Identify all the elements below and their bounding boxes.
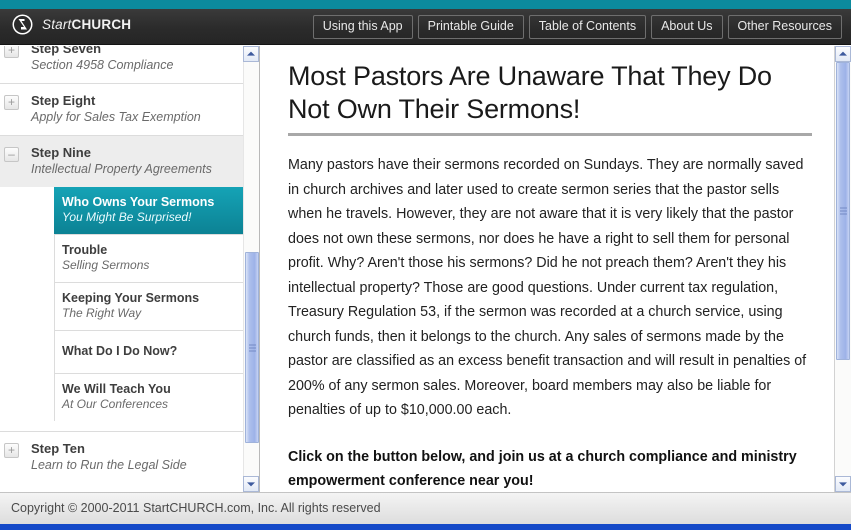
sidebar-step-ten-title: Step Ten: [31, 441, 85, 456]
sidebar-navigation: + Step Seven Section 4958 Compliance + S…: [0, 46, 243, 492]
substep-title: Trouble: [62, 243, 108, 257]
substep-title: We Will Teach You: [62, 382, 171, 396]
copyright-text: Copyright © 2000-2011 StartCHURCH.com, I…: [11, 501, 381, 515]
sidebar-substep-keeping-your-sermons[interactable]: Keeping Your Sermons The Right Way: [54, 282, 243, 330]
nav-button-other-resources[interactable]: Other Resources: [727, 15, 842, 39]
main-scroll-down-button[interactable]: [835, 476, 851, 492]
substep-subtitle: Selling Sermons: [62, 258, 150, 272]
app-footer: Copyright © 2000-2011 StartCHURCH.com, I…: [0, 492, 851, 524]
body-area: + Step Seven Section 4958 Compliance + S…: [0, 46, 851, 492]
sidebar-scroll-content: + Step Seven Section 4958 Compliance + S…: [0, 46, 243, 483]
startchurch-circle-logo-icon: [12, 14, 33, 35]
main-scrollbar-track[interactable]: [835, 62, 851, 476]
nav-button-table-of-contents[interactable]: Table of Contents: [528, 15, 647, 39]
nav-button-printable-guide[interactable]: Printable Guide: [417, 15, 524, 39]
chevron-up-icon: [839, 51, 847, 56]
sidebar-substep-list: Who Owns Your Sermons You Might Be Surpr…: [0, 187, 243, 421]
substep-title: What Do I Do Now?: [62, 344, 178, 358]
sidebar-step-nine-title: Step Nine: [31, 145, 91, 160]
sidebar-step-ten-subtitle: Learn to Run the Legal Side: [31, 458, 187, 472]
sidebar-step-seven-subtitle: Section 4958 Compliance: [31, 58, 174, 72]
plus-icon-step-eight[interactable]: +: [4, 95, 19, 110]
sidebar-scroll-up-button[interactable]: [243, 46, 259, 62]
sidebar-substep-what-do-i-do-now[interactable]: What Do I Do Now?: [54, 330, 243, 373]
app-window: StartCHURCH Using this App Printable Gui…: [0, 0, 851, 530]
app-header: StartCHURCH Using this App Printable Gui…: [0, 9, 851, 45]
nav-button-using-this-app[interactable]: Using this App: [312, 15, 413, 39]
main-scrollbar[interactable]: [834, 46, 851, 492]
call-to-action-text: Click on the button below, and join us a…: [288, 448, 797, 489]
scrollbar-grip-icon: [249, 344, 256, 352]
sidebar-substep-who-owns-your-sermons[interactable]: Who Owns Your Sermons You Might Be Surpr…: [54, 187, 243, 234]
sidebar-step-eight[interactable]: + Step Eight Apply for Sales Tax Exempti…: [0, 83, 243, 135]
bottom-accent-strip: [0, 524, 851, 530]
main-scroll-up-button[interactable]: [835, 46, 851, 62]
main-content: Most Pastors Are Unaware That They Do No…: [261, 46, 834, 492]
sidebar-step-nine[interactable]: – Step Nine Intellectual Property Agreem…: [0, 135, 243, 187]
header-nav: Using this App Printable Guide Table of …: [312, 15, 842, 39]
main-content-inner: Most Pastors Are Unaware That They Do No…: [261, 46, 834, 492]
article-paragraph: Many pastors have their sermons recorded…: [288, 157, 807, 418]
sidebar-step-nine-subtitle: Intellectual Property Agreements: [31, 162, 212, 176]
sidebar-scrollbar[interactable]: [243, 46, 260, 492]
brand-logo[interactable]: StartCHURCH: [12, 14, 131, 35]
brand-church: CHURCH: [71, 16, 132, 32]
minus-icon-step-nine[interactable]: –: [4, 147, 19, 162]
main-scrollbar-thumb[interactable]: [836, 62, 850, 361]
plus-icon-step-seven[interactable]: +: [4, 46, 19, 58]
substep-subtitle: You Might Be Surprised!: [62, 210, 192, 224]
sidebar-scrollbar-thumb[interactable]: [245, 252, 259, 443]
substep-title: Who Owns Your Sermons: [62, 195, 215, 209]
sidebar-step-seven[interactable]: + Step Seven Section 4958 Compliance: [0, 46, 243, 83]
sidebar-step-ten[interactable]: + Step Ten Learn to Run the Legal Side: [0, 431, 243, 483]
sidebar-scrollbar-track[interactable]: [243, 62, 259, 476]
sidebar-scroll-down-button[interactable]: [243, 476, 259, 492]
substep-subtitle: At Our Conferences: [62, 397, 169, 411]
plus-icon-step-ten[interactable]: +: [4, 443, 19, 458]
substep-title: Keeping Your Sermons: [62, 291, 200, 305]
chevron-up-icon: [247, 51, 255, 56]
sidebar-substep-trouble[interactable]: Trouble Selling Sermons: [54, 234, 243, 282]
substep-subtitle: The Right Way: [62, 306, 142, 320]
sidebar-step-seven-title: Step Seven: [31, 46, 102, 56]
brand-text: StartCHURCH: [42, 18, 131, 32]
top-accent-strip: [0, 0, 851, 9]
chevron-down-icon: [247, 482, 255, 487]
sidebar-step-eight-title: Step Eight: [31, 93, 96, 108]
brand-start: Start: [42, 16, 72, 32]
page-title: Most Pastors Are Unaware That They Do No…: [288, 60, 812, 136]
scrollbar-grip-icon: [840, 207, 847, 215]
sidebar-step-eight-subtitle: Apply for Sales Tax Exemption: [31, 110, 201, 124]
nav-button-about-us[interactable]: About Us: [651, 15, 723, 39]
chevron-down-icon: [839, 482, 847, 487]
sidebar-substep-we-will-teach-you[interactable]: We Will Teach You At Our Conferences: [54, 373, 243, 421]
